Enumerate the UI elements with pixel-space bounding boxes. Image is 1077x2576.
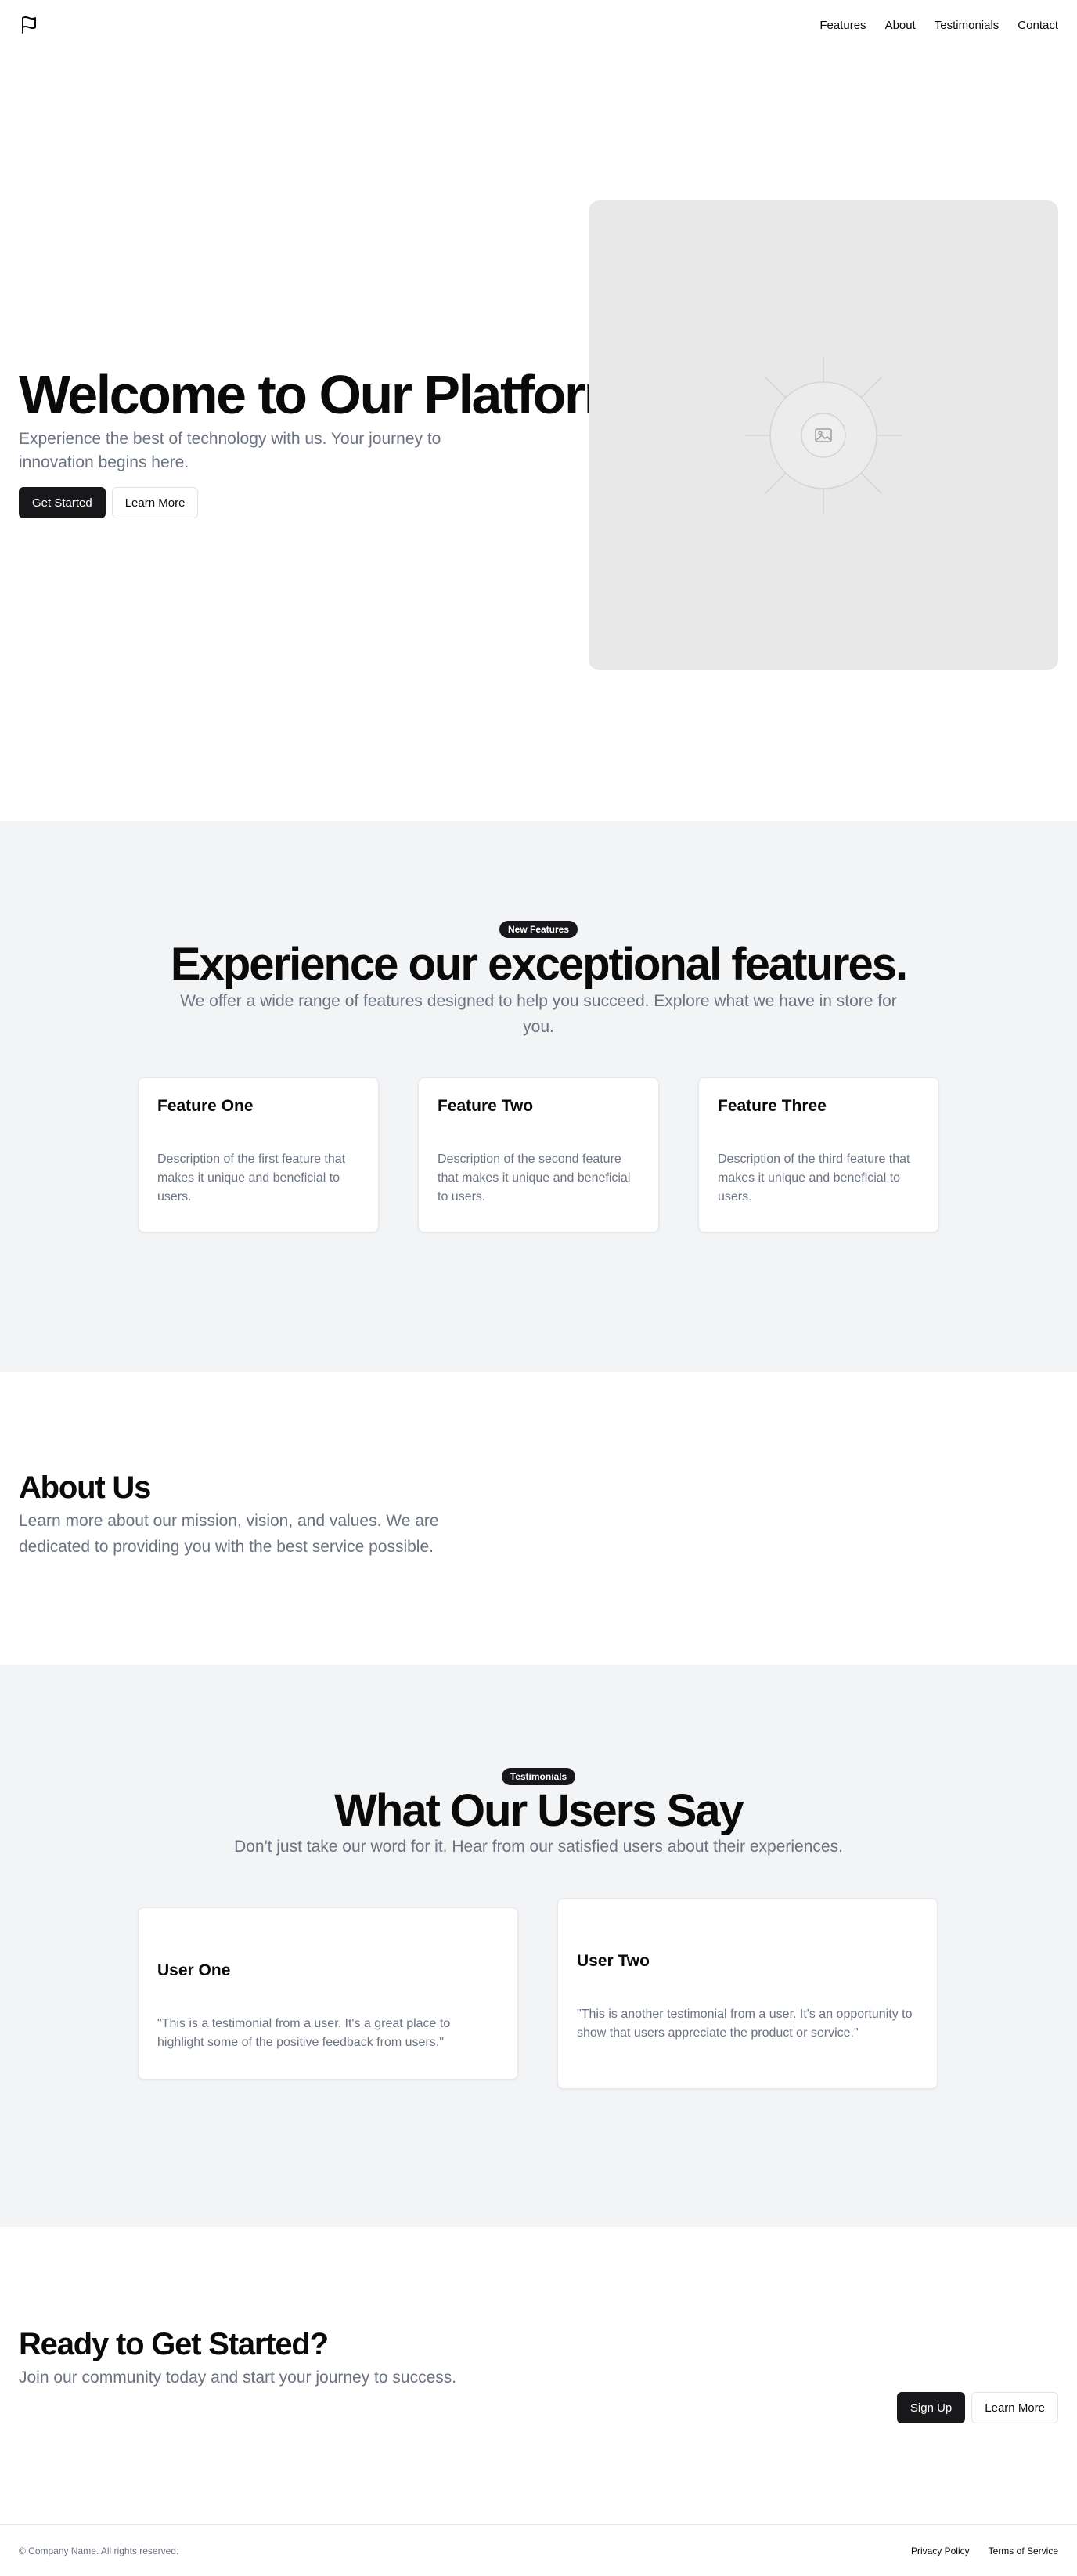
testimonial-quote: "This is a testimonial from a user. It's… <box>157 2017 451 2049</box>
cta-title: Ready to Get Started? <box>19 2327 329 2361</box>
testimonials-badge-wrap: Testimonials <box>0 1768 1077 1785</box>
hero-content: Welcome to Our Platform Experience the b… <box>19 362 632 518</box>
about-content: About Us Learn more about our mission, v… <box>19 1469 488 1560</box>
feature-cards: Feature One Description of the first fea… <box>138 1077 939 1232</box>
get-started-button[interactable]: Get Started <box>19 487 106 518</box>
learn-more-button[interactable]: Learn More <box>111 487 199 518</box>
features-title: Experience our exceptional features. <box>170 939 908 990</box>
testimonials-subtitle-wrap: Don't just take our word for it. Hear fr… <box>0 1834 1077 1860</box>
feature-card-description: Description of the third feature that ma… <box>718 1153 910 1203</box>
sign-up-button[interactable]: Sign Up <box>896 2392 966 2423</box>
site-header: Features About Testimonials Contact <box>0 0 1077 50</box>
testimonials-title-wrap: What Our Users Say <box>0 1786 1077 1836</box>
cta-section: Ready to Get Started? Join our community… <box>0 2227 1077 2524</box>
cta-subtitle: Join our community today and start your … <box>19 2369 457 2387</box>
nav-link-about[interactable]: About <box>885 19 916 32</box>
about-title: About Us <box>19 1470 151 1505</box>
privacy-policy-link[interactable]: Privacy Policy <box>911 2545 970 2556</box>
cta-buttons: Sign Up Learn More <box>896 2392 1058 2423</box>
hero-image-placeholder <box>589 200 1058 670</box>
nav-link-features[interactable]: Features <box>819 19 866 32</box>
nav-link-contact[interactable]: Contact <box>1018 19 1058 32</box>
features-subtitle: We offer a wide range of features design… <box>180 992 897 1036</box>
hero-buttons: Get Started Learn More <box>19 487 551 518</box>
footer-links: Privacy Policy Terms of Service <box>911 2545 1058 2556</box>
features-header: New Features <box>0 921 1077 938</box>
testimonial-quote: "This is another testimonial from a user… <box>577 2008 913 2040</box>
main-nav: Features About Testimonials Contact <box>819 19 1058 32</box>
feature-card-title: Feature Two <box>438 1097 534 1115</box>
feature-card: Feature One Description of the first fea… <box>138 1077 379 1232</box>
about-section: About Us Learn more about our mission, v… <box>0 1372 1077 1665</box>
testimonials-badge: Testimonials <box>501 1768 576 1785</box>
image-placeholder-icon <box>745 357 902 514</box>
testimonials-subtitle: Don't just take our word for it. Hear fr… <box>234 1838 843 1856</box>
about-subtitle: Learn more about our mission, vision, an… <box>19 1512 439 1556</box>
feature-card-title: Feature Three <box>718 1097 827 1115</box>
hero-section: Welcome to Our Platform Experience the b… <box>0 50 1077 821</box>
testimonial-author: User Two <box>577 1952 650 1970</box>
terms-of-service-link[interactable]: Terms of Service <box>989 2545 1058 2556</box>
testimonial-card: User Two "This is another testimonial fr… <box>557 1898 938 2089</box>
testimonials-title: What Our Users Say <box>334 1785 744 1836</box>
features-subtitle-wrap: We offer a wide range of features design… <box>0 988 1077 1040</box>
feature-card-title: Feature One <box>157 1097 254 1115</box>
feature-card-description: Description of the first feature that ma… <box>157 1153 346 1203</box>
footer-copyright: © Company Name. All rights reserved. <box>19 2545 179 2556</box>
feature-card: Feature Two Description of the second fe… <box>418 1077 659 1232</box>
hero-subtitle: Experience the best of technology with u… <box>19 430 441 471</box>
features-badge: New Features <box>499 921 578 938</box>
site-footer: © Company Name. All rights reserved. Pri… <box>0 2524 1077 2576</box>
features-section: New Features Experience our exceptional … <box>0 821 1077 1372</box>
nav-link-testimonials[interactable]: Testimonials <box>935 19 1000 32</box>
testimonials-section: Testimonials What Our Users Say Don't ju… <box>0 1665 1077 2227</box>
flag-icon[interactable] <box>19 15 39 35</box>
features-title-wrap: Experience our exceptional features. <box>0 940 1077 990</box>
feature-card: Feature Three Description of the third f… <box>698 1077 939 1232</box>
testimonial-author: User One <box>157 1961 231 1979</box>
feature-card-description: Description of the second feature that m… <box>438 1153 631 1203</box>
testimonial-card: User One "This is a testimonial from a u… <box>138 1907 518 2080</box>
cta-learn-more-button[interactable]: Learn More <box>971 2392 1058 2423</box>
hero-title: Welcome to Our Platform <box>19 364 632 425</box>
